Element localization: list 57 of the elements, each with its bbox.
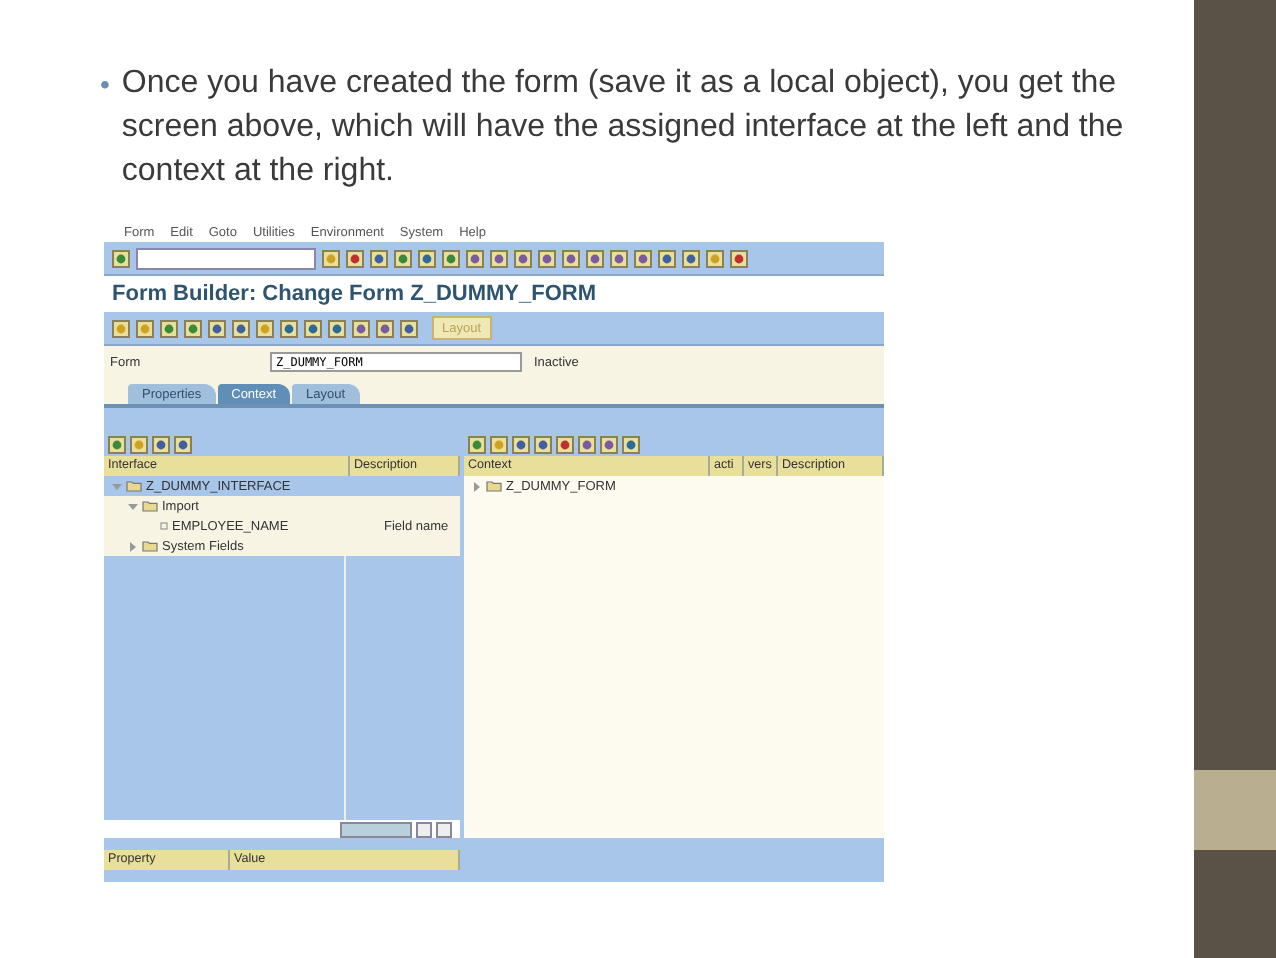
toolbar-icon[interactable] bbox=[352, 319, 370, 337]
toolbar-icon[interactable] bbox=[174, 435, 192, 453]
toolbar-icon[interactable] bbox=[556, 435, 574, 453]
toolbar-icon[interactable] bbox=[160, 319, 178, 337]
expander-icon[interactable] bbox=[472, 481, 482, 491]
toolbar-icon[interactable] bbox=[152, 435, 170, 453]
toolbar-icon[interactable] bbox=[468, 435, 486, 453]
toolbar-icon[interactable] bbox=[622, 435, 640, 453]
toolbar-icon[interactable] bbox=[578, 435, 596, 453]
toolbar-icon[interactable] bbox=[418, 249, 436, 267]
toolbar-icon[interactable] bbox=[682, 249, 700, 267]
toolbar-icon[interactable] bbox=[108, 435, 126, 453]
toolbar-icon[interactable] bbox=[512, 435, 530, 453]
bullet-text: Once you have created the form (save it as a local object), you get the screen above, which will have the assigned interface at the left and the context at the right. bbox=[121, 64, 1126, 192]
expander-icon[interactable] bbox=[128, 501, 138, 511]
toolbar-icon[interactable] bbox=[442, 249, 460, 267]
scroll-right-button[interactable] bbox=[436, 821, 452, 837]
bullet-marker: • bbox=[100, 66, 110, 104]
command-field[interactable] bbox=[136, 247, 316, 269]
toolbar-icon[interactable] bbox=[130, 435, 148, 453]
toolbar-icon[interactable] bbox=[610, 249, 628, 267]
toolbar-icon[interactable] bbox=[328, 319, 346, 337]
toolbar-icon[interactable] bbox=[208, 319, 226, 337]
toolbar-icon[interactable] bbox=[514, 249, 532, 267]
toolbar-icon[interactable] bbox=[400, 319, 418, 337]
toolbar-icon[interactable] bbox=[634, 249, 652, 267]
toolbar-icon[interactable] bbox=[706, 249, 724, 267]
field-icon bbox=[160, 522, 168, 530]
folder-icon bbox=[142, 540, 158, 552]
toolbar-icon[interactable] bbox=[184, 319, 202, 337]
toolbar-icon[interactable] bbox=[304, 319, 322, 337]
toolbar-icon[interactable] bbox=[562, 249, 580, 267]
toolbar-icon[interactable] bbox=[136, 319, 154, 337]
toolbar-icon[interactable] bbox=[490, 435, 508, 453]
toolbar-icon[interactable] bbox=[280, 319, 298, 337]
toolbar-icon[interactable] bbox=[730, 249, 748, 267]
toolbar-icon[interactable] bbox=[232, 319, 250, 337]
toolbar-icon[interactable] bbox=[466, 249, 484, 267]
toolbar-icon[interactable] bbox=[376, 319, 394, 337]
window-title: Form Builder: Change Form Z_DUMMY_FORM bbox=[104, 276, 884, 312]
toolbar-icon[interactable] bbox=[534, 435, 552, 453]
scrollbar-thumb[interactable] bbox=[340, 821, 412, 837]
toolbar-icon[interactable] bbox=[112, 249, 130, 267]
toolbar-icon[interactable] bbox=[658, 249, 676, 267]
toolbar-icon[interactable] bbox=[346, 249, 364, 267]
toolbar-icon[interactable] bbox=[394, 249, 412, 267]
toolbar-icon[interactable] bbox=[370, 249, 388, 267]
toolbar-icon[interactable] bbox=[600, 435, 618, 453]
toolbar-icon[interactable] bbox=[586, 249, 604, 267]
toolbar-icon[interactable] bbox=[112, 319, 130, 337]
toolbar-icon[interactable] bbox=[490, 249, 508, 267]
folder-icon bbox=[486, 480, 502, 492]
toolbar-icon[interactable] bbox=[322, 249, 340, 267]
scroll-left-button[interactable] bbox=[416, 821, 432, 837]
toolbar-icon[interactable] bbox=[538, 249, 556, 267]
toolbar-icon[interactable] bbox=[256, 319, 274, 337]
expander-icon[interactable] bbox=[128, 541, 138, 551]
